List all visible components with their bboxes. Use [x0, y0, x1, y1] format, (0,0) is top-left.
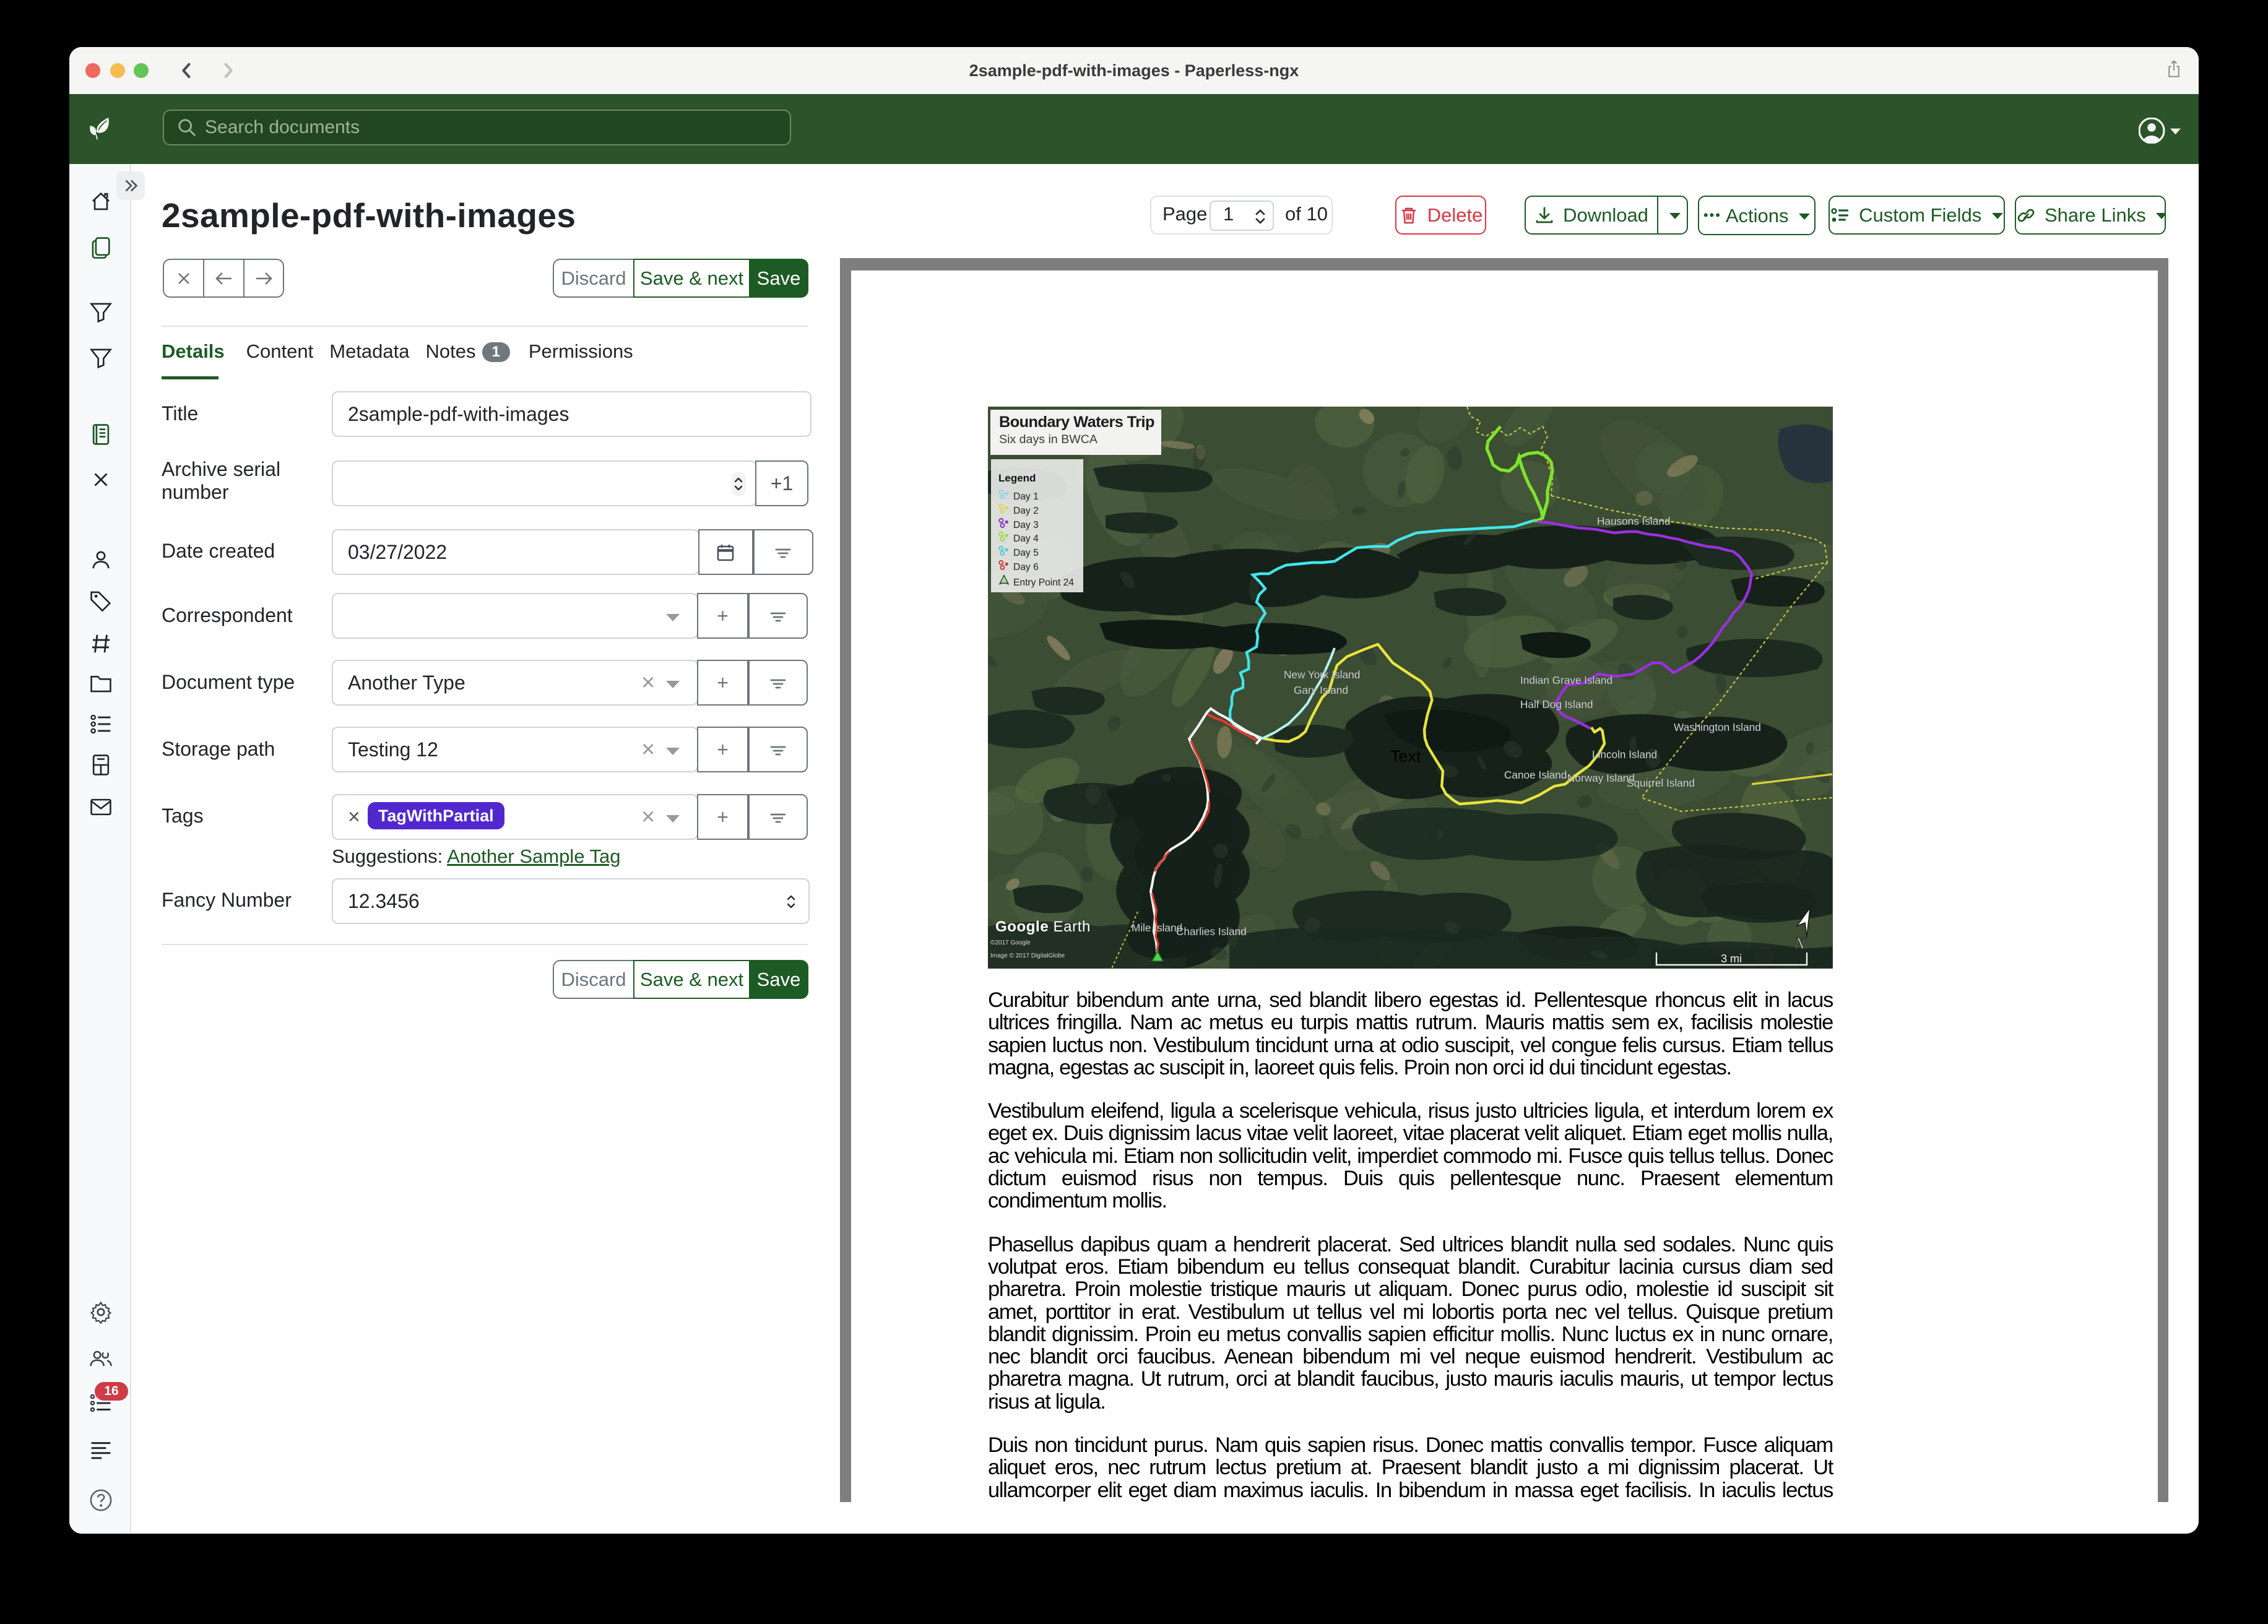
svg-text:©2017 Google: ©2017 Google: [990, 939, 1031, 946]
svg-text:Squirrel Island: Squirrel Island: [1627, 777, 1695, 789]
svg-text:New York Island: New York Island: [1284, 668, 1360, 681]
svg-text:3 mi: 3 mi: [1721, 952, 1742, 965]
svg-text:Lincoln Island: Lincoln Island: [1592, 748, 1657, 761]
svg-text:Hausons Island: Hausons Island: [1597, 515, 1670, 527]
svg-text:Indian Grave Island: Indian Grave Island: [1520, 674, 1612, 686]
svg-text:Canoe Island: Canoe Island: [1504, 769, 1567, 781]
svg-text:Image © 2017 DigitalGlobe: Image © 2017 DigitalGlobe: [990, 952, 1065, 959]
svg-text:N: N: [1794, 935, 1806, 952]
svg-text:Charlies Island: Charlies Island: [1176, 925, 1247, 938]
svg-text:Gary Island: Gary Island: [1294, 684, 1348, 696]
svg-text:Half Dog Island: Half Dog Island: [1520, 698, 1593, 710]
svg-text:Text: Text: [1390, 747, 1421, 766]
svg-text:Washington Island: Washington Island: [1674, 721, 1761, 733]
svg-text:Norway Island: Norway Island: [1567, 772, 1635, 784]
svg-text:Google Earth: Google Earth: [995, 918, 1091, 935]
svg-text:Mile Island: Mile Island: [1132, 922, 1182, 934]
